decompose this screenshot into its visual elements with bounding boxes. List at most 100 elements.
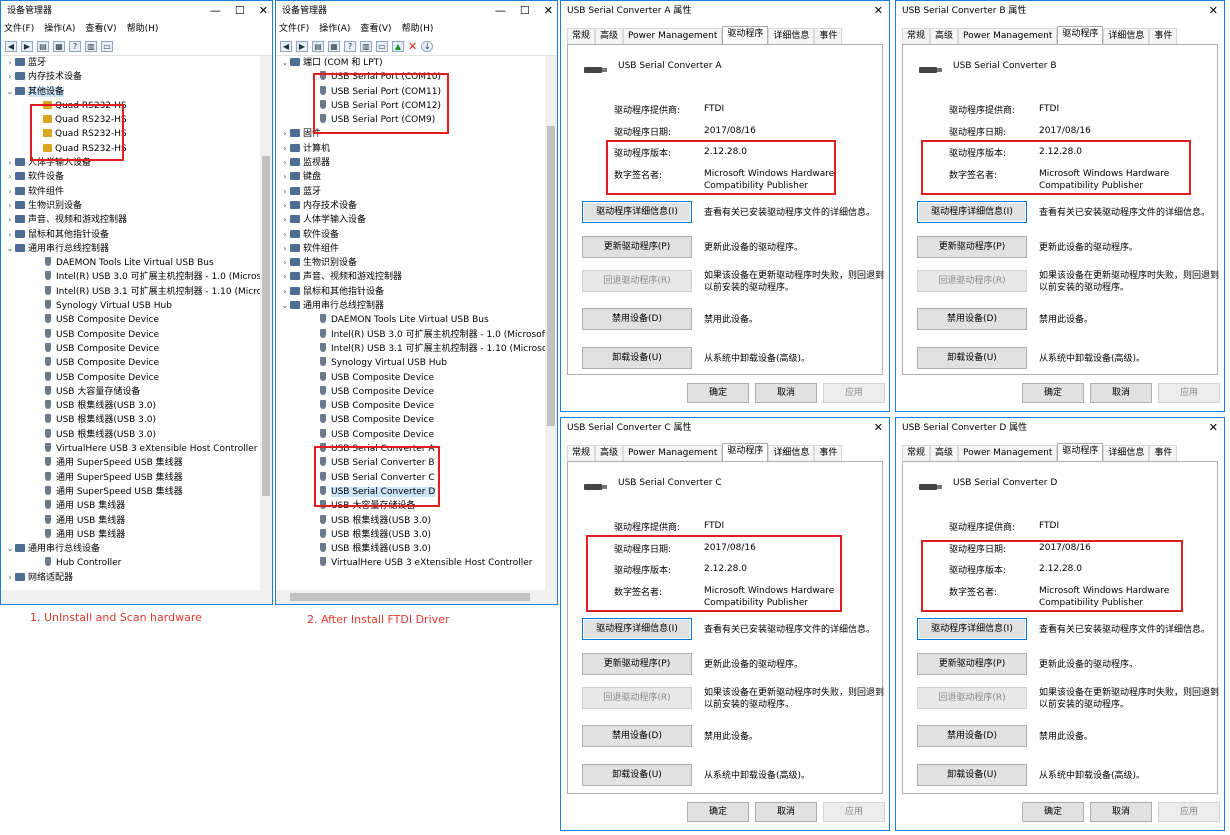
close-icon[interactable]: ✕: [544, 1, 553, 21]
apply-button[interactable]: 应用: [1158, 802, 1220, 822]
device-row[interactable]: USB Serial Converter D: [276, 485, 545, 499]
category-row[interactable]: › 监视器: [276, 156, 545, 170]
update-driver-button[interactable]: 更新驱动程序(P): [917, 236, 1027, 258]
device-row[interactable]: VirtualHere USB 3 eXtensible Host Contro…: [276, 556, 545, 570]
rollback-driver-button[interactable]: 回退驱动程序(R): [917, 687, 1027, 709]
expand-icon[interactable]: ›: [5, 185, 15, 199]
device-row[interactable]: Quad RS232-HS: [1, 113, 260, 127]
horizontal-scrollbar[interactable]: [276, 590, 557, 604]
device-row[interactable]: 通用 SuperSpeed USB 集线器: [1, 485, 260, 499]
tab-driver[interactable]: 驱动程序: [1057, 443, 1104, 461]
device-row[interactable]: DAEMON Tools Lite Virtual USB Bus: [276, 313, 545, 327]
device-row[interactable]: USB 根集线器(USB 3.0): [1, 428, 260, 442]
device-row[interactable]: DAEMON Tools Lite Virtual USB Bus: [1, 256, 260, 270]
ok-button[interactable]: 确定: [687, 802, 749, 822]
device-row[interactable]: Intel(R) USB 3.0 可扩展主机控制器 - 1.0 (Microso…: [276, 328, 545, 342]
back-icon[interactable]: ◀: [5, 40, 17, 52]
tab-driver[interactable]: 驱动程序: [1057, 26, 1104, 44]
tab-advanced[interactable]: 高级: [595, 445, 624, 461]
device-row[interactable]: VirtualHere USB 3 eXtensible Host Contro…: [1, 442, 260, 456]
cancel-button[interactable]: 取消: [755, 383, 817, 403]
expand-icon[interactable]: ›: [5, 228, 15, 242]
disable-device-button[interactable]: 禁用设备(D): [917, 308, 1027, 330]
tab-general[interactable]: 常规: [567, 445, 596, 461]
help-icon[interactable]: ?: [344, 40, 356, 52]
category-row[interactable]: › 固件: [276, 127, 545, 141]
expand-icon[interactable]: ›: [5, 56, 15, 70]
tab-events[interactable]: 事件: [1149, 445, 1178, 461]
device-row[interactable]: USB 根集线器(USB 3.0): [276, 514, 545, 528]
device-row[interactable]: USB Serial Port (COM12): [276, 99, 545, 113]
expand-icon[interactable]: ›: [280, 142, 290, 156]
apply-button[interactable]: 应用: [1158, 383, 1220, 403]
category-row[interactable]: › 蓝牙: [1, 56, 260, 70]
category-row[interactable]: › 声音、视频和游戏控制器: [276, 270, 545, 284]
device-row[interactable]: USB 根集线器(USB 3.0): [1, 413, 260, 427]
disable-device-button[interactable]: 禁用设备(D): [582, 725, 692, 747]
category-row[interactable]: › 蓝牙: [276, 185, 545, 199]
category-row[interactable]: › 软件设备: [276, 228, 545, 242]
category-row[interactable]: › 生物识别设备: [1, 199, 260, 213]
collapse-icon[interactable]: ⌄: [280, 56, 290, 70]
expand-icon[interactable]: ›: [5, 571, 15, 585]
device-row[interactable]: Synology Virtual USB Hub: [276, 356, 545, 370]
horizontal-scrollbar[interactable]: [1, 590, 272, 604]
device-row[interactable]: USB Serial Converter B: [276, 456, 545, 470]
category-row[interactable]: › 内存技术设备: [276, 199, 545, 213]
device-row[interactable]: USB Composite Device: [1, 313, 260, 327]
device-row[interactable]: USB Composite Device: [1, 342, 260, 356]
monitor-icon[interactable]: ▭: [376, 40, 388, 52]
properties-icon[interactable]: ▦: [328, 40, 340, 52]
device-row[interactable]: 通用 SuperSpeed USB 集线器: [1, 471, 260, 485]
maximize-icon[interactable]: ☐: [520, 1, 530, 21]
device-row[interactable]: USB Composite Device: [276, 385, 545, 399]
collapse-icon[interactable]: ⌄: [5, 542, 15, 556]
device-row[interactable]: Quad RS232-HS: [1, 99, 260, 113]
update-driver-icon[interactable]: ▲: [392, 40, 404, 52]
category-row[interactable]: ⌄ 通用串行总线控制器: [1, 242, 260, 256]
tab-events[interactable]: 事件: [814, 28, 843, 44]
expand-icon[interactable]: ›: [280, 199, 290, 213]
close-icon[interactable]: ✕: [259, 1, 268, 21]
tab-advanced[interactable]: 高级: [930, 28, 959, 44]
menu-help[interactable]: 帮助(H): [127, 21, 159, 37]
uninstall-icon[interactable]: ✕: [408, 40, 417, 53]
device-row[interactable]: Hub Controller: [1, 556, 260, 570]
uninstall-device-button[interactable]: 卸载设备(U): [917, 347, 1027, 369]
minimize-icon[interactable]: —: [495, 1, 506, 21]
device-row[interactable]: USB Composite Device: [276, 371, 545, 385]
expand-icon[interactable]: ›: [280, 127, 290, 141]
expand-icon[interactable]: ›: [280, 285, 290, 299]
expand-icon[interactable]: ›: [5, 199, 15, 213]
tab-driver[interactable]: 驱动程序: [722, 443, 769, 461]
category-row[interactable]: › 内存技术设备: [1, 70, 260, 84]
hscroll-thumb[interactable]: [290, 593, 530, 601]
expand-icon[interactable]: ›: [280, 213, 290, 227]
uninstall-device-button[interactable]: 卸载设备(U): [582, 347, 692, 369]
menu-file[interactable]: 文件(F): [4, 21, 34, 37]
expand-icon[interactable]: ›: [280, 156, 290, 170]
menu-view[interactable]: 查看(V): [85, 21, 116, 37]
back-icon[interactable]: ◀: [280, 40, 292, 52]
device-row[interactable]: Intel(R) USB 3.0 可扩展主机控制器 - 1.0 (Microso…: [1, 270, 260, 284]
disable-device-button[interactable]: 禁用设备(D): [582, 308, 692, 330]
view-icon[interactable]: ▤: [37, 40, 49, 52]
device-row[interactable]: USB Composite Device: [276, 413, 545, 427]
update-driver-button[interactable]: 更新驱动程序(P): [582, 236, 692, 258]
help-icon[interactable]: ?: [69, 40, 81, 52]
device-row[interactable]: USB 大容量存储设备: [1, 385, 260, 399]
category-row[interactable]: ⌄ 通用串行总线控制器: [276, 299, 545, 313]
device-row[interactable]: USB Serial Converter C: [276, 471, 545, 485]
scan-icon[interactable]: ↓: [421, 40, 434, 52]
minimize-icon[interactable]: —: [210, 1, 221, 21]
expand-icon[interactable]: ›: [280, 170, 290, 184]
tab-advanced[interactable]: 高级: [930, 445, 959, 461]
device-row[interactable]: USB 根集线器(USB 3.0): [1, 399, 260, 413]
category-row[interactable]: › 声音、视频和游戏控制器: [1, 213, 260, 227]
device-row[interactable]: USB Composite Device: [1, 371, 260, 385]
device-row[interactable]: Intel(R) USB 3.1 可扩展主机控制器 - 1.10 (Micros…: [1, 285, 260, 299]
menu-view[interactable]: 查看(V): [360, 21, 391, 37]
device-row[interactable]: Synology Virtual USB Hub: [1, 299, 260, 313]
view-icon[interactable]: ▤: [312, 40, 324, 52]
category-row[interactable]: › 人体学输入设备: [276, 213, 545, 227]
